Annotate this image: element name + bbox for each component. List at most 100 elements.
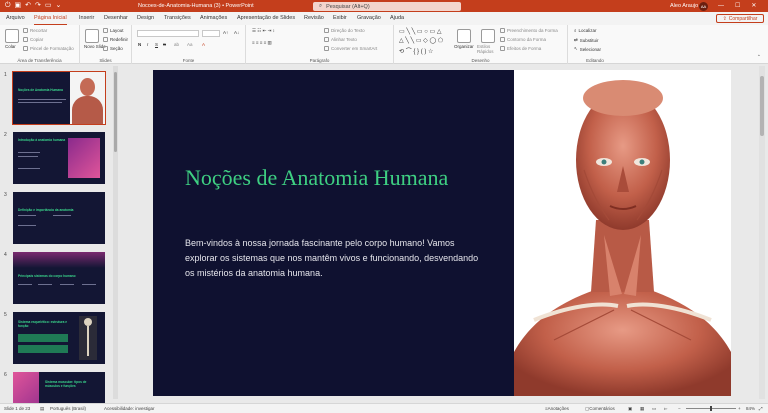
shape-effects-button[interactable]: Efeitos de Forma [500, 46, 541, 51]
redo-icon[interactable]: ↷ [35, 0, 41, 12]
zoom-level[interactable]: 84% [746, 404, 755, 413]
font-size-select[interactable] [202, 30, 220, 37]
customize-qat-icon[interactable]: ⌄ [56, 0, 62, 12]
search-box[interactable]: ⌕ Pesquisar (Alt+Q) [313, 2, 461, 11]
slide-thumbnail-6[interactable]: Sistema muscular: tipos de músculos e fu… [13, 372, 105, 403]
normal-view-icon[interactable]: ▣ [628, 404, 632, 413]
autosave-icon[interactable]: ⏻ [5, 0, 11, 12]
save-icon[interactable]: ▣ [15, 0, 22, 12]
thumbnail-number: 6 [4, 372, 7, 378]
anatomy-image[interactable] [514, 70, 731, 396]
outline-icon [500, 37, 505, 42]
copy-button[interactable]: Copiar [23, 37, 43, 42]
arrange-button[interactable]: Organizar [454, 44, 474, 49]
slide-body-text[interactable]: Bem-vindos à nossa jornada fascinante pe… [185, 236, 485, 281]
undo-icon[interactable]: ↶ [25, 0, 31, 12]
shrink-font-icon[interactable]: A↓ [234, 30, 239, 35]
change-case-icon[interactable]: Aa [187, 42, 193, 47]
arrange-icon[interactable] [457, 29, 471, 43]
slide-thumbnail-1[interactable]: Noções de Anatomia Humana [12, 71, 106, 125]
present-icon[interactable]: ▭ [45, 0, 52, 12]
editor-scrollbar[interactable] [759, 66, 765, 399]
maximize-icon[interactable]: ☐ [735, 0, 740, 12]
slide-thumbnail-2[interactable]: Introdução à anatomia humana [13, 132, 105, 184]
shape-outline-button[interactable]: Contorno da Forma [500, 37, 546, 42]
minimize-icon[interactable]: — [718, 0, 724, 12]
text-direction-button[interactable]: Direção do Texto [324, 28, 365, 33]
underline-button[interactable]: S [155, 42, 158, 47]
bullets-icon[interactable]: ☰ ☷ ⇤ ⇥ ↕ [252, 28, 275, 34]
tab-desenhar[interactable]: Desenhar [104, 12, 128, 25]
tab-animacoes[interactable]: Animações [200, 12, 227, 25]
tab-inserir[interactable]: Inserir [79, 12, 94, 25]
thumbnail-number: 2 [4, 132, 7, 138]
accessibility-status[interactable]: Acessibilidade: investigar [104, 404, 155, 413]
tab-pagina-inicial[interactable]: Página Inicial [34, 12, 67, 25]
shapes-gallery-icon[interactable]: ▭ ╲ ╲ ▭ ○ ▭ △ [399, 28, 441, 35]
new-slide-icon[interactable] [85, 29, 99, 43]
reset-button[interactable]: Redefinir [103, 37, 128, 42]
share-button[interactable]: ⇪ Compartilhar [716, 14, 764, 23]
current-slide[interactable]: Noções de Anatomia Humana Bem-vindos à n… [153, 70, 731, 396]
slide-thumbnail-3[interactable]: Definição e importância da anatomia [13, 192, 105, 244]
shapes-gallery-row3-icon[interactable]: ⟲ ⌒ { } ( ) ☆ [399, 46, 433, 55]
avatar[interactable]: AA [699, 2, 708, 11]
comments-label: Comentários [589, 406, 615, 411]
notes-button[interactable]: ≡ Anotações [545, 404, 569, 413]
language-status[interactable]: Português (Brasil) [50, 404, 86, 413]
grow-font-icon[interactable]: A↑ [223, 30, 228, 35]
thumbnails-scrollbar[interactable] [113, 66, 118, 399]
cut-button[interactable]: Recortar [23, 28, 47, 33]
user-name[interactable]: Aleo Araujo [670, 0, 698, 12]
font-color-icon[interactable]: A [202, 42, 205, 47]
reading-view-icon[interactable]: ▭ [652, 404, 656, 413]
comments-button[interactable]: ▢ Comentários [585, 404, 615, 413]
zoom-in-icon[interactable]: + [738, 404, 741, 413]
align-icon[interactable]: ≡ ≡ ≡ ≡ ▥ [252, 40, 272, 46]
strikethrough-button[interactable]: S [163, 42, 166, 47]
zoom-out-icon[interactable]: − [678, 404, 681, 413]
slide-title[interactable]: Noções de Anatomia Humana [185, 165, 448, 191]
quick-styles-icon[interactable] [481, 29, 495, 43]
format-painter-button[interactable]: Pincel de Formatação [23, 46, 74, 51]
thumbnail-image [79, 316, 97, 360]
bold-button[interactable]: N [138, 42, 141, 47]
slide-thumbnail-4[interactable]: Principais sistemas do corpo humano [13, 252, 105, 304]
shape-fill-button[interactable]: Preenchimento da Forma [500, 28, 558, 33]
tab-ajuda[interactable]: Ajuda [390, 12, 404, 25]
share-label: Compartilhar [728, 15, 758, 22]
align-text-button[interactable]: Alinhar Texto [324, 37, 357, 42]
shapes-gallery-row2-icon[interactable]: △ ╲ ╲ ▭ ◇ ◯ ⬠ [399, 37, 443, 44]
tab-revisao[interactable]: Revisão [304, 12, 324, 25]
slideshow-view-icon[interactable]: ▻ [664, 404, 667, 413]
find-button[interactable]: ⌕ Localizar [574, 28, 597, 33]
slide-thumbnail-5[interactable]: Sistema esquelético: estrutura e função [13, 312, 105, 364]
spellcheck-icon[interactable]: ▤ [40, 404, 44, 413]
tab-arquivo[interactable]: Arquivo [6, 12, 25, 25]
tab-gravacao[interactable]: Gravação [357, 12, 381, 25]
italic-button[interactable]: I [147, 42, 148, 47]
paste-button[interactable]: Colar [5, 44, 16, 49]
scroll-thumb[interactable] [114, 72, 117, 152]
collapse-ribbon-icon[interactable]: ⌃ [757, 54, 761, 60]
replace-button[interactable]: ⇄ Substituir [574, 37, 599, 43]
notes-label: Anotações [547, 406, 569, 411]
tab-apresentacao[interactable]: Apresentação de Slides [237, 12, 295, 25]
smartart-button[interactable]: Converter em SmartArt [324, 46, 377, 51]
paste-icon[interactable] [5, 29, 19, 43]
select-button[interactable]: ↖ Selecionar [574, 46, 601, 52]
status-bar: Slide 1 de 23 ▤ Português (Brasil) Acess… [0, 403, 768, 413]
font-family-select[interactable] [137, 30, 199, 37]
editor-scroll-thumb[interactable] [760, 76, 764, 136]
tab-exibir[interactable]: Exibir [333, 12, 347, 25]
section-button[interactable]: Seção [103, 46, 123, 51]
zoom-slider-thumb[interactable] [710, 406, 712, 411]
char-spacing-icon[interactable]: ab [174, 42, 179, 47]
fit-slide-icon[interactable]: ⤢ [759, 404, 763, 413]
close-icon[interactable]: ✕ [751, 0, 756, 12]
slide-sorter-icon[interactable]: ▦ [640, 404, 644, 413]
tab-design[interactable]: Design [137, 12, 154, 25]
layout-button[interactable]: Layout [103, 28, 124, 33]
quick-styles-button[interactable]: Estilos Rápidos [477, 44, 499, 54]
tab-transicoes[interactable]: Transições [164, 12, 191, 25]
